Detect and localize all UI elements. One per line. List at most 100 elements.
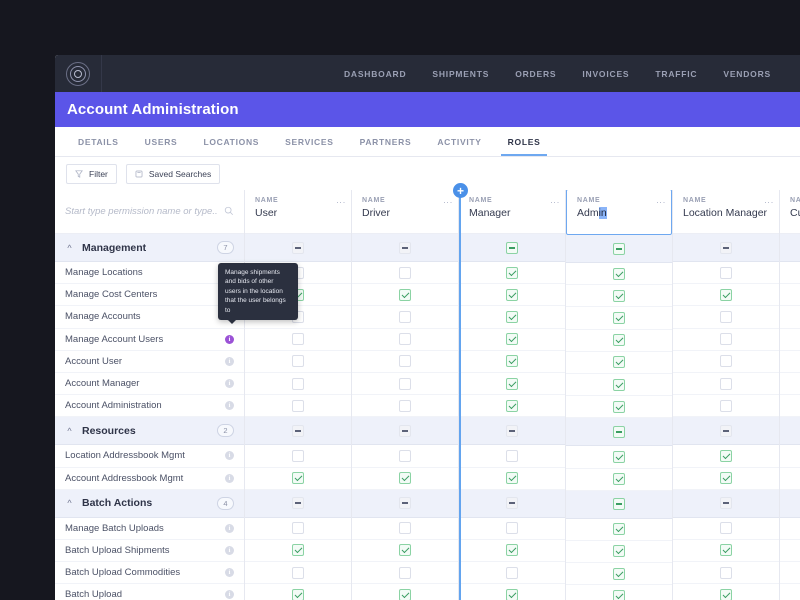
role-column-name-value[interactable]: Driver xyxy=(362,207,450,219)
permission-checkbox-cell[interactable] xyxy=(673,262,779,285)
permission-checkbox-cell[interactable] xyxy=(352,373,458,396)
permission-checkbox-cell[interactable] xyxy=(673,518,779,540)
permission-checkbox[interactable] xyxy=(399,399,411,412)
info-icon[interactable]: i xyxy=(225,473,234,483)
permission-checkbox[interactable] xyxy=(399,522,411,535)
permission-checkbox[interactable] xyxy=(720,288,732,301)
tab-details[interactable]: DETAILS xyxy=(65,127,132,156)
permission-group-header[interactable]: ^ Resources 2 xyxy=(55,417,244,446)
permission-checkbox-cell[interactable] xyxy=(352,284,458,307)
group-checkbox-cell[interactable] xyxy=(352,417,458,446)
permission-checkbox-cell[interactable] xyxy=(780,306,800,329)
permission-row[interactable]: Account Administration i xyxy=(55,395,244,418)
permission-checkbox[interactable] xyxy=(506,544,518,557)
group-checkbox[interactable] xyxy=(399,424,411,437)
permission-checkbox[interactable] xyxy=(506,333,518,346)
group-checkbox-cell[interactable] xyxy=(352,489,458,518)
permission-checkbox-cell[interactable] xyxy=(459,540,565,563)
permission-checkbox[interactable] xyxy=(506,377,518,390)
permission-checkbox[interactable] xyxy=(292,333,304,346)
permission-checkbox[interactable] xyxy=(399,544,411,557)
permission-checkbox[interactable] xyxy=(399,288,411,301)
column-menu-icon[interactable]: ⋮ xyxy=(550,198,560,207)
permission-row[interactable]: Manage Batch Uploads i xyxy=(55,518,244,540)
permission-checkbox-cell[interactable] xyxy=(673,395,779,418)
permission-checkbox[interactable] xyxy=(399,310,411,323)
permission-checkbox-cell[interactable] xyxy=(352,562,458,585)
permission-checkbox-cell[interactable] xyxy=(459,373,565,396)
column-menu-icon[interactable]: ⋮ xyxy=(656,198,666,207)
permission-checkbox-cell[interactable] xyxy=(352,395,458,418)
permission-checkbox-cell[interactable] xyxy=(459,562,565,585)
role-column-header[interactable]: NAME Admin ⋮ xyxy=(566,190,672,235)
permission-checkbox-cell[interactable] xyxy=(566,285,672,308)
group-checkbox-cell[interactable] xyxy=(459,489,565,518)
group-checkbox[interactable] xyxy=(720,424,732,437)
info-icon[interactable]: i xyxy=(225,545,234,555)
permission-checkbox-cell[interactable] xyxy=(673,445,779,468)
group-checkbox-cell[interactable] xyxy=(459,234,565,262)
permission-checkbox-cell[interactable] xyxy=(245,584,351,600)
group-checkbox-cell[interactable] xyxy=(245,489,351,518)
permission-row[interactable]: Batch Upload i xyxy=(55,584,244,600)
permission-checkbox[interactable] xyxy=(292,544,304,557)
permission-row[interactable]: Batch Upload Shipments i xyxy=(55,540,244,563)
nav-item-dashboard[interactable]: DASHBOARD xyxy=(331,69,419,79)
nav-item-shipments[interactable]: SHIPMENTS xyxy=(419,69,502,79)
permission-checkbox-cell[interactable] xyxy=(566,563,672,586)
permission-checkbox-cell[interactable] xyxy=(459,351,565,373)
permission-checkbox[interactable] xyxy=(720,472,732,485)
permission-checkbox-cell[interactable] xyxy=(352,540,458,563)
group-checkbox-cell[interactable] xyxy=(673,417,779,446)
permission-checkbox-cell[interactable] xyxy=(673,468,779,490)
permission-checkbox-cell[interactable] xyxy=(780,262,800,285)
permission-checkbox[interactable] xyxy=(399,449,411,462)
group-checkbox-cell[interactable] xyxy=(459,417,565,446)
permission-row[interactable]: Location Addressbook Mgmt i xyxy=(55,445,244,468)
permission-checkbox[interactable] xyxy=(506,266,518,279)
permission-checkbox-cell[interactable] xyxy=(245,562,351,585)
permission-checkbox[interactable] xyxy=(613,400,625,413)
permission-checkbox-cell[interactable] xyxy=(780,373,800,396)
group-checkbox-cell[interactable] xyxy=(566,235,672,263)
permission-checkbox-cell[interactable] xyxy=(780,562,800,585)
saved-searches-button[interactable]: Saved Searches xyxy=(125,163,221,184)
tab-services[interactable]: SERVICES xyxy=(272,127,346,156)
permission-row[interactable]: Manage Cost Centersi xyxy=(55,284,244,307)
permission-checkbox-cell[interactable] xyxy=(352,329,458,351)
permission-checkbox[interactable] xyxy=(613,589,625,600)
tab-locations[interactable]: LOCATIONS xyxy=(190,127,272,156)
search-input[interactable] xyxy=(65,206,220,217)
permission-checkbox[interactable] xyxy=(720,566,732,579)
group-checkbox[interactable] xyxy=(613,242,625,255)
permission-checkbox-cell[interactable] xyxy=(780,584,800,600)
permission-checkbox[interactable] xyxy=(292,522,304,535)
permission-checkbox-cell[interactable] xyxy=(780,395,800,418)
permission-checkbox-cell[interactable] xyxy=(245,395,351,418)
app-logo[interactable] xyxy=(55,61,101,86)
permission-checkbox-cell[interactable] xyxy=(352,468,458,490)
permission-checkbox-cell[interactable] xyxy=(566,330,672,352)
role-column-name-value[interactable]: Location Manager xyxy=(683,207,771,219)
group-checkbox-cell[interactable] xyxy=(673,234,779,262)
permission-checkbox[interactable] xyxy=(720,399,732,412)
nav-item-traffic[interactable]: TRAFFIC xyxy=(642,69,710,79)
group-checkbox[interactable] xyxy=(506,497,518,510)
permission-checkbox[interactable] xyxy=(613,334,625,347)
group-checkbox[interactable] xyxy=(292,241,304,254)
permission-checkbox-cell[interactable] xyxy=(673,373,779,396)
permission-checkbox[interactable] xyxy=(292,399,304,412)
role-column-name-value[interactable]: Admin xyxy=(577,207,663,219)
permission-checkbox[interactable] xyxy=(613,450,625,463)
role-column-name-value[interactable]: Cu xyxy=(790,207,800,219)
permission-checkbox-cell[interactable] xyxy=(566,352,672,374)
column-menu-icon[interactable]: ⋮ xyxy=(443,198,453,207)
permission-checkbox[interactable] xyxy=(292,588,304,600)
permission-checkbox-cell[interactable] xyxy=(352,445,458,468)
group-checkbox[interactable] xyxy=(399,241,411,254)
group-checkbox[interactable] xyxy=(506,241,518,254)
tab-activity[interactable]: ACTIVITY xyxy=(424,127,494,156)
permission-checkbox-cell[interactable] xyxy=(673,540,779,563)
permission-row[interactable]: Account Manager i xyxy=(55,373,244,396)
group-checkbox[interactable] xyxy=(720,497,732,510)
